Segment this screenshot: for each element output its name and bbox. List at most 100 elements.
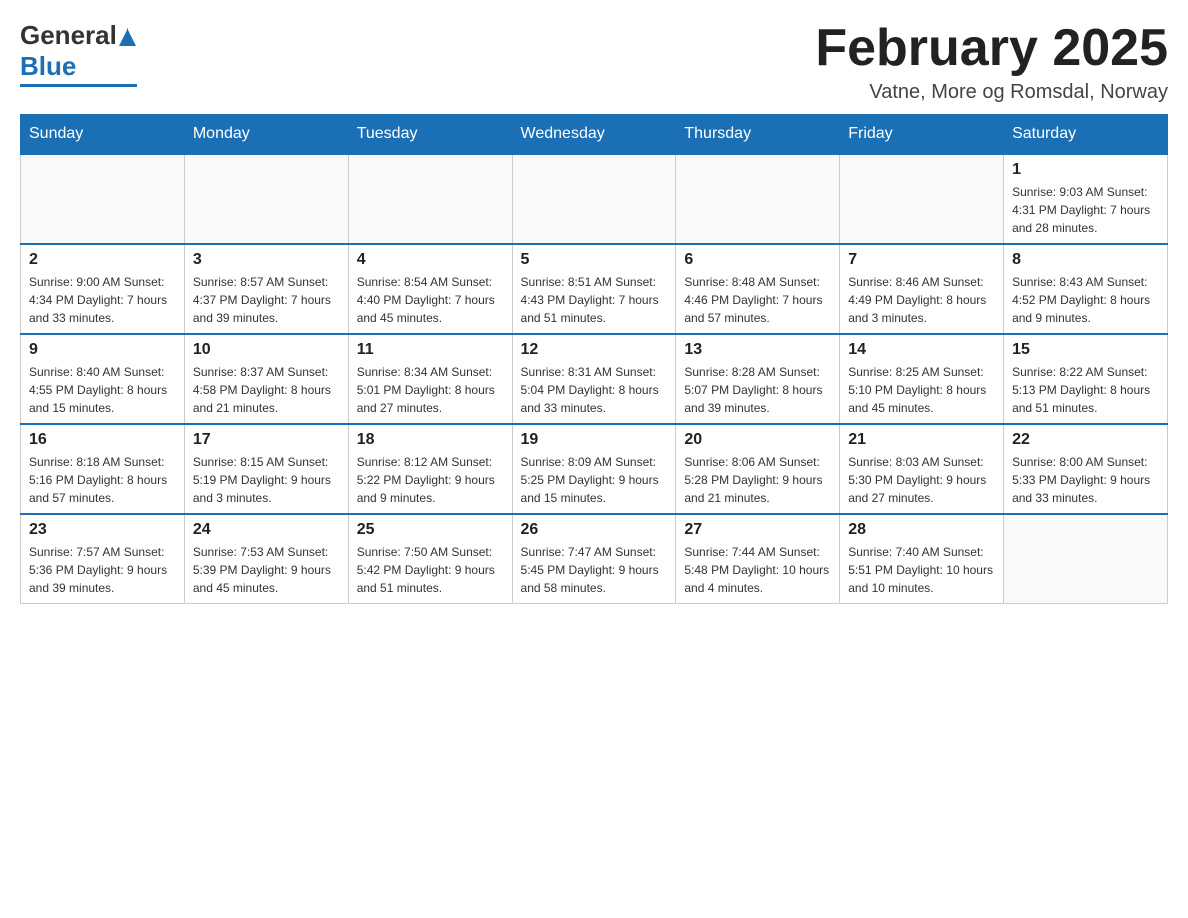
day-number-20: 20	[684, 431, 831, 449]
day-number-11: 11	[357, 341, 504, 359]
day-info-27: Sunrise: 7:44 AM Sunset: 5:48 PM Dayligh…	[684, 543, 831, 597]
day-cell-1-4: 6Sunrise: 8:48 AM Sunset: 4:46 PM Daylig…	[676, 244, 840, 334]
day-cell-1-6: 8 Sunrise: 8:43 AM Sunset: 4:52 PM Daylig…	[1004, 244, 1168, 334]
week-row-0: 1 Sunrise: 9:03 AM Sunset: 4:31 PM Daylig…	[21, 154, 1168, 244]
day-number-13: 13	[684, 341, 831, 359]
day-number-1: 1	[1012, 161, 1159, 179]
day-number-17: 17	[193, 431, 340, 449]
day-number-22: 22	[1012, 431, 1159, 449]
day-number-27: 27	[684, 521, 831, 539]
week-row-3: 16 Sunrise: 8:18 AM Sunset: 5:16 PM Dayli…	[21, 424, 1168, 514]
header-thursday: Thursday	[676, 115, 840, 155]
day-cell-3-0: 16 Sunrise: 8:18 AM Sunset: 5:16 PM Dayli…	[21, 424, 185, 514]
day-cell-0-6: 1 Sunrise: 9:03 AM Sunset: 4:31 PM Daylig…	[1004, 154, 1168, 244]
day-cell-0-0	[21, 154, 185, 244]
day-info-5: Sunrise: 8:51 AM Sunset: 4:43 PM Dayligh…	[521, 273, 668, 327]
logo-general-text: General	[20, 20, 117, 51]
week-row-4: 23 Sunrise: 7:57 AM Sunset: 5:36 PM Dayli…	[21, 514, 1168, 604]
day-number-14: 14	[848, 341, 995, 359]
day-number-21: 21	[848, 431, 995, 449]
day-info-13: Sunrise: 8:28 AM Sunset: 5:07 PM Dayligh…	[684, 363, 831, 417]
day-info-22: Sunrise: 8:00 AM Sunset: 5:33 PM Dayligh…	[1012, 453, 1159, 507]
day-info-8: Sunrise: 8:43 AM Sunset: 4:52 PM Dayligh…	[1012, 273, 1159, 327]
day-number-2: 2	[29, 251, 176, 269]
day-cell-4-5: 28 Sunrise: 7:40 AM Sunset: 5:51 PM Dayli…	[840, 514, 1004, 604]
header-friday: Friday	[840, 115, 1004, 155]
day-cell-3-5: 21Sunrise: 8:03 AM Sunset: 5:30 PM Dayli…	[840, 424, 1004, 514]
day-info-19: Sunrise: 8:09 AM Sunset: 5:25 PM Dayligh…	[521, 453, 668, 507]
month-title: February 2025	[815, 20, 1168, 77]
day-cell-3-6: 22 Sunrise: 8:00 AM Sunset: 5:33 PM Dayli…	[1004, 424, 1168, 514]
day-info-24: Sunrise: 7:53 AM Sunset: 5:39 PM Dayligh…	[193, 543, 340, 597]
title-block: February 2025 Vatne, More og Romsdal, No…	[815, 20, 1168, 104]
day-info-16: Sunrise: 8:18 AM Sunset: 5:16 PM Dayligh…	[29, 453, 176, 507]
logo-underline	[20, 84, 137, 87]
day-number-23: 23	[29, 521, 176, 539]
day-cell-1-1: 3 Sunrise: 8:57 AM Sunset: 4:37 PM Daylig…	[184, 244, 348, 334]
day-info-15: Sunrise: 8:22 AM Sunset: 5:13 PM Dayligh…	[1012, 363, 1159, 417]
page-header: General Blue February 2025 Vatne, More o…	[20, 20, 1168, 104]
logo-blue-text: Blue	[20, 51, 76, 81]
day-info-18: Sunrise: 8:12 AM Sunset: 5:22 PM Dayligh…	[357, 453, 504, 507]
day-info-1: Sunrise: 9:03 AM Sunset: 4:31 PM Dayligh…	[1012, 183, 1159, 237]
day-number-8: 8	[1012, 251, 1159, 269]
day-info-20: Sunrise: 8:06 AM Sunset: 5:28 PM Dayligh…	[684, 453, 831, 507]
day-number-26: 26	[521, 521, 668, 539]
location: Vatne, More og Romsdal, Norway	[815, 81, 1168, 104]
day-info-28: Sunrise: 7:40 AM Sunset: 5:51 PM Dayligh…	[848, 543, 995, 597]
day-number-7: 7	[848, 251, 995, 269]
day-cell-1-2: 4 Sunrise: 8:54 AM Sunset: 4:40 PM Daylig…	[348, 244, 512, 334]
day-cell-4-3: 26 Sunrise: 7:47 AM Sunset: 5:45 PM Dayli…	[512, 514, 676, 604]
header-saturday: Saturday	[1004, 115, 1168, 155]
day-cell-0-2	[348, 154, 512, 244]
day-cell-1-0: 2Sunrise: 9:00 AM Sunset: 4:34 PM Daylig…	[21, 244, 185, 334]
calendar-header-row: Sunday Monday Tuesday Wednesday Thursday…	[21, 115, 1168, 155]
day-cell-3-3: 19Sunrise: 8:09 AM Sunset: 5:25 PM Dayli…	[512, 424, 676, 514]
day-cell-3-2: 18 Sunrise: 8:12 AM Sunset: 5:22 PM Dayli…	[348, 424, 512, 514]
day-info-9: Sunrise: 8:40 AM Sunset: 4:55 PM Dayligh…	[29, 363, 176, 417]
day-number-10: 10	[193, 341, 340, 359]
day-cell-2-0: 9 Sunrise: 8:40 AM Sunset: 4:55 PM Daylig…	[21, 334, 185, 424]
day-info-23: Sunrise: 7:57 AM Sunset: 5:36 PM Dayligh…	[29, 543, 176, 597]
day-number-6: 6	[684, 251, 831, 269]
day-info-10: Sunrise: 8:37 AM Sunset: 4:58 PM Dayligh…	[193, 363, 340, 417]
day-number-4: 4	[357, 251, 504, 269]
day-info-14: Sunrise: 8:25 AM Sunset: 5:10 PM Dayligh…	[848, 363, 995, 417]
day-cell-0-5	[840, 154, 1004, 244]
day-info-17: Sunrise: 8:15 AM Sunset: 5:19 PM Dayligh…	[193, 453, 340, 507]
day-cell-0-3	[512, 154, 676, 244]
day-cell-3-4: 20 Sunrise: 8:06 AM Sunset: 5:28 PM Dayli…	[676, 424, 840, 514]
calendar-table: Sunday Monday Tuesday Wednesday Thursday…	[20, 114, 1168, 604]
day-cell-1-5: 7Sunrise: 8:46 AM Sunset: 4:49 PM Daylig…	[840, 244, 1004, 334]
day-info-12: Sunrise: 8:31 AM Sunset: 5:04 PM Dayligh…	[521, 363, 668, 417]
day-info-11: Sunrise: 8:34 AM Sunset: 5:01 PM Dayligh…	[357, 363, 504, 417]
header-sunday: Sunday	[21, 115, 185, 155]
header-monday: Monday	[184, 115, 348, 155]
logo: General Blue	[20, 20, 137, 87]
day-number-18: 18	[357, 431, 504, 449]
day-info-3: Sunrise: 8:57 AM Sunset: 4:37 PM Dayligh…	[193, 273, 340, 327]
day-cell-1-3: 5Sunrise: 8:51 AM Sunset: 4:43 PM Daylig…	[512, 244, 676, 334]
day-number-24: 24	[193, 521, 340, 539]
logo-triangle-icon	[119, 26, 137, 46]
day-cell-4-1: 24 Sunrise: 7:53 AM Sunset: 5:39 PM Dayli…	[184, 514, 348, 604]
header-tuesday: Tuesday	[348, 115, 512, 155]
day-cell-4-2: 25 Sunrise: 7:50 AM Sunset: 5:42 PM Dayli…	[348, 514, 512, 604]
day-cell-2-2: 11 Sunrise: 8:34 AM Sunset: 5:01 PM Dayli…	[348, 334, 512, 424]
day-info-26: Sunrise: 7:47 AM Sunset: 5:45 PM Dayligh…	[521, 543, 668, 597]
day-cell-4-0: 23 Sunrise: 7:57 AM Sunset: 5:36 PM Dayli…	[21, 514, 185, 604]
day-number-3: 3	[193, 251, 340, 269]
day-number-16: 16	[29, 431, 176, 449]
day-info-25: Sunrise: 7:50 AM Sunset: 5:42 PM Dayligh…	[357, 543, 504, 597]
day-cell-3-1: 17 Sunrise: 8:15 AM Sunset: 5:19 PM Dayli…	[184, 424, 348, 514]
day-cell-4-4: 27 Sunrise: 7:44 AM Sunset: 5:48 PM Dayli…	[676, 514, 840, 604]
day-number-12: 12	[521, 341, 668, 359]
day-cell-2-4: 13 Sunrise: 8:28 AM Sunset: 5:07 PM Dayli…	[676, 334, 840, 424]
day-number-28: 28	[848, 521, 995, 539]
day-number-25: 25	[357, 521, 504, 539]
header-wednesday: Wednesday	[512, 115, 676, 155]
day-number-9: 9	[29, 341, 176, 359]
day-info-4: Sunrise: 8:54 AM Sunset: 4:40 PM Dayligh…	[357, 273, 504, 327]
day-cell-4-6	[1004, 514, 1168, 604]
day-cell-0-4	[676, 154, 840, 244]
